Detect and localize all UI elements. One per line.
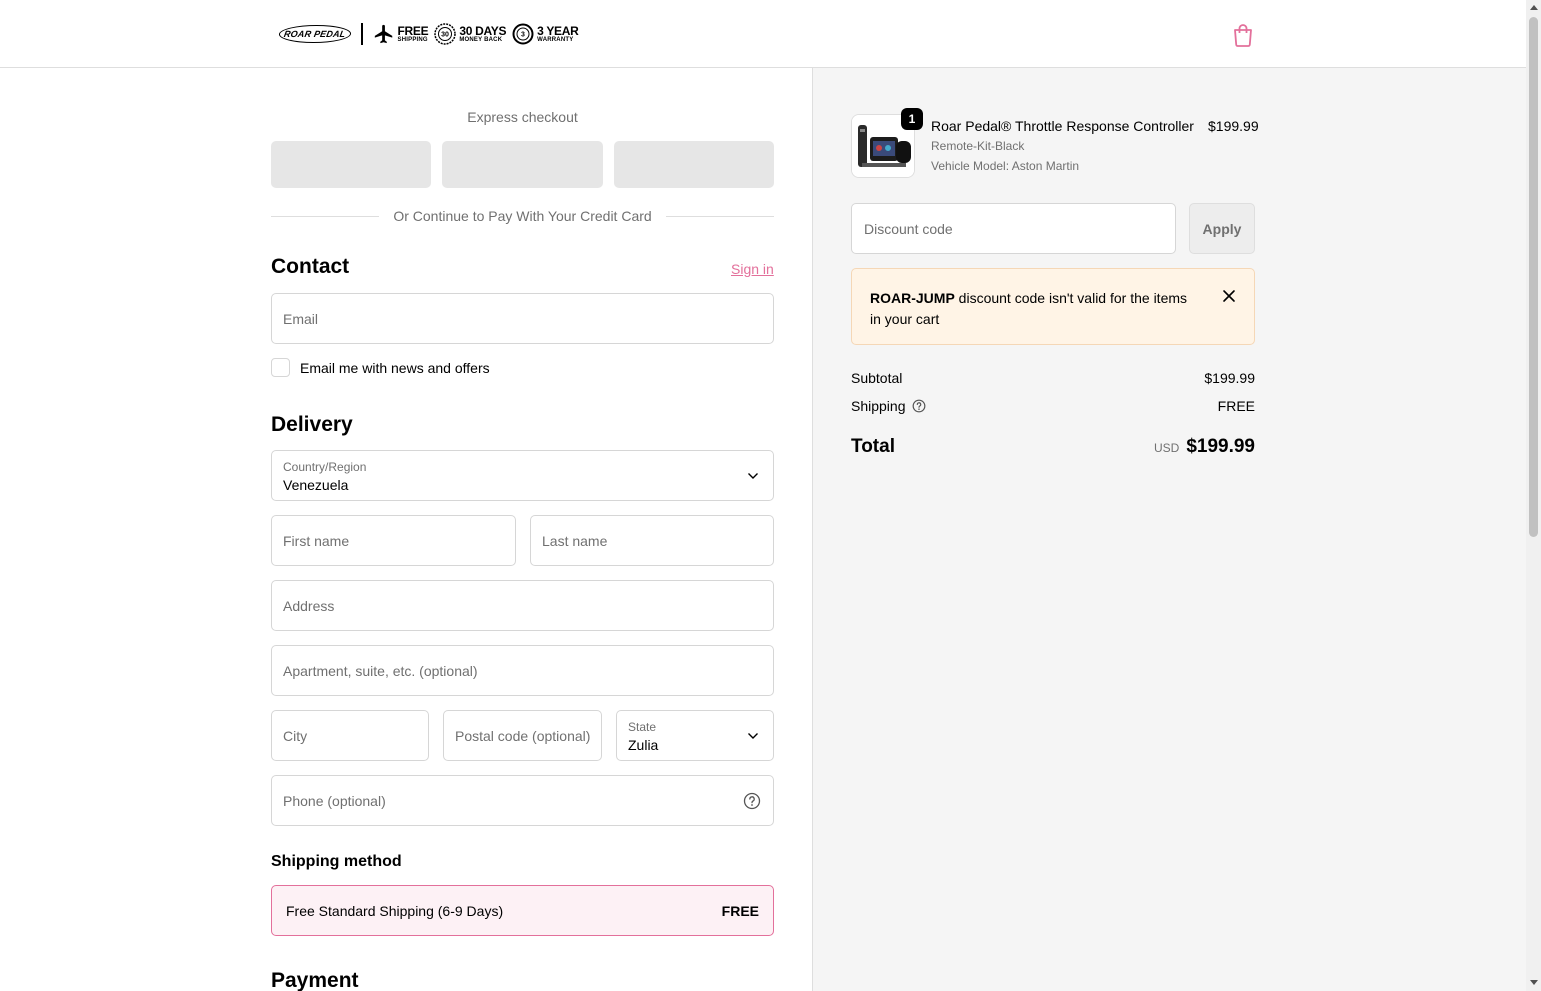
postal-code-field[interactable]: Postal code (optional) bbox=[443, 710, 602, 761]
express-pay-button-3[interactable] bbox=[613, 141, 774, 188]
close-icon[interactable] bbox=[1222, 289, 1236, 303]
scroll-down-arrow-icon[interactable] bbox=[1530, 980, 1538, 985]
brand-logo: ROAR PEDAL bbox=[277, 25, 353, 43]
contact-heading: Contact bbox=[271, 255, 350, 278]
total-currency: USD bbox=[1153, 441, 1180, 455]
alert-message: ROAR-JUMP discount code isn't valid for … bbox=[870, 288, 1200, 330]
badge-line1: 30 DAYS bbox=[459, 24, 507, 38]
discount-code-placeholder: Discount code bbox=[864, 220, 953, 237]
state-label: State bbox=[628, 720, 657, 734]
warranty-seal-icon: 3 bbox=[512, 23, 534, 45]
alert-code: ROAR-JUMP bbox=[870, 290, 955, 306]
scrollbar-thumb[interactable] bbox=[1529, 17, 1538, 537]
order-summary-column: 1 Roar Pedal® Throttle Response Controll… bbox=[812, 68, 1526, 991]
product-price: $199.99 bbox=[1208, 118, 1259, 134]
site-header: ROAR PEDAL FREE SHIPPING 30 30 DAYS MONE… bbox=[0, 0, 1526, 68]
badge-line2: SHIPPING bbox=[397, 37, 428, 43]
logo-separator bbox=[360, 23, 363, 45]
divider-text: Or Continue to Pay With Your Credit Card bbox=[393, 208, 652, 224]
express-checkout-buttons bbox=[271, 141, 774, 188]
express-checkout-title: Express checkout bbox=[467, 109, 578, 125]
chevron-down-icon bbox=[748, 732, 758, 739]
subtotal-value: $199.99 bbox=[1204, 370, 1255, 386]
country-label: Country/Region bbox=[283, 460, 367, 474]
divider-line bbox=[665, 215, 774, 217]
newsletter-label: Email me with news and offers bbox=[300, 359, 490, 376]
total-value: $199.99 bbox=[1186, 436, 1255, 457]
help-circle-icon[interactable] bbox=[912, 399, 926, 413]
newsletter-option[interactable]: Email me with news and offers bbox=[271, 358, 490, 377]
state-select[interactable]: State Zulia bbox=[616, 710, 774, 761]
sign-in-link[interactable]: Sign in bbox=[731, 261, 774, 277]
page-scrollbar[interactable] bbox=[1526, 0, 1541, 991]
warranty-badge: 3 3 YEAR WARRANTY bbox=[512, 23, 579, 45]
payment-heading: Payment bbox=[271, 969, 359, 991]
country-select[interactable]: Country/Region Venezuela bbox=[271, 450, 774, 501]
apartment-placeholder: Apartment, suite, etc. (optional) bbox=[283, 662, 478, 679]
last-name-placeholder: Last name bbox=[542, 532, 608, 549]
quantity-badge: 1 bbox=[901, 108, 923, 130]
chevron-down-icon bbox=[748, 472, 758, 479]
email-field[interactable]: Email bbox=[271, 293, 774, 344]
money-back-seal-icon: 30 bbox=[434, 23, 457, 45]
money-back-badge: 30 30 DAYS MONEY BACK bbox=[434, 23, 506, 45]
total-label: Total bbox=[851, 436, 895, 457]
seal-number: 3 bbox=[521, 32, 525, 39]
badge-line2: WARRANTY bbox=[537, 37, 574, 43]
shipping-option-label: Free Standard Shipping (6-9 Days) bbox=[286, 902, 504, 919]
seal-number: 30 bbox=[441, 32, 449, 39]
shipping-option[interactable]: Free Standard Shipping (6-9 Days) FREE bbox=[271, 885, 774, 936]
shipping-label: Shipping bbox=[851, 398, 906, 414]
newsletter-checkbox[interactable] bbox=[271, 358, 290, 377]
address-field[interactable]: Address bbox=[271, 580, 774, 631]
first-name-placeholder: First name bbox=[283, 532, 350, 549]
shopping-bag-icon bbox=[1234, 24, 1252, 47]
city-field[interactable]: City bbox=[271, 710, 429, 761]
divider-line bbox=[271, 215, 380, 217]
badge-line1: 3 YEAR bbox=[537, 24, 579, 38]
subtotal-label: Subtotal bbox=[851, 370, 903, 386]
airplane-icon bbox=[373, 23, 395, 45]
city-placeholder: City bbox=[283, 727, 308, 744]
discount-error-alert: ROAR-JUMP discount code isn't valid for … bbox=[851, 268, 1255, 345]
state-value: Zulia bbox=[628, 737, 659, 753]
payment-divider: Or Continue to Pay With Your Credit Card bbox=[271, 208, 774, 224]
apartment-field[interactable]: Apartment, suite, etc. (optional) bbox=[271, 645, 774, 696]
country-value: Venezuela bbox=[283, 477, 349, 493]
delivery-heading: Delivery bbox=[271, 413, 353, 436]
product-vehicle-model: Vehicle Model: Aston Martin bbox=[931, 159, 1080, 173]
express-pay-button-2[interactable] bbox=[442, 141, 603, 188]
free-shipping-badge: FREE SHIPPING bbox=[373, 23, 429, 45]
checkout-form-column: Express checkout Or Continue to Pay With… bbox=[0, 68, 812, 991]
scroll-up-arrow-icon[interactable] bbox=[1530, 5, 1538, 10]
product-variant: Remote-Kit-Black bbox=[931, 139, 1025, 153]
express-pay-button-1[interactable] bbox=[271, 141, 432, 188]
email-placeholder: Email bbox=[283, 310, 319, 327]
phone-placeholder: Phone (optional) bbox=[283, 792, 386, 809]
phone-field[interactable]: Phone (optional) bbox=[271, 775, 774, 826]
badge-line1: FREE bbox=[397, 24, 429, 38]
product-name: Roar Pedal® Throttle Response Controller bbox=[931, 118, 1194, 134]
apply-discount-button[interactable]: Apply bbox=[1189, 203, 1255, 254]
badge-line2: MONEY BACK bbox=[459, 37, 503, 43]
last-name-field[interactable]: Last name bbox=[530, 515, 774, 566]
discount-code-field[interactable]: Discount code bbox=[851, 203, 1176, 254]
header-logo-strip[interactable]: ROAR PEDAL FREE SHIPPING 30 30 DAYS MONE… bbox=[277, 20, 579, 48]
help-circle-icon[interactable] bbox=[743, 792, 761, 810]
shipping-option-price: FREE bbox=[721, 902, 759, 919]
cart-button[interactable] bbox=[1232, 23, 1254, 47]
subtotal-row: Subtotal $199.99 bbox=[851, 370, 1255, 386]
shipping-row: Shipping FREE bbox=[851, 398, 1255, 414]
shipping-value: FREE bbox=[1217, 398, 1255, 414]
total-row: Total USD $199.99 bbox=[851, 436, 1255, 458]
address-placeholder: Address bbox=[283, 597, 335, 614]
shipping-method-heading: Shipping method bbox=[271, 853, 402, 870]
first-name-field[interactable]: First name bbox=[271, 515, 516, 566]
postal-code-placeholder: Postal code (optional) bbox=[455, 727, 591, 744]
